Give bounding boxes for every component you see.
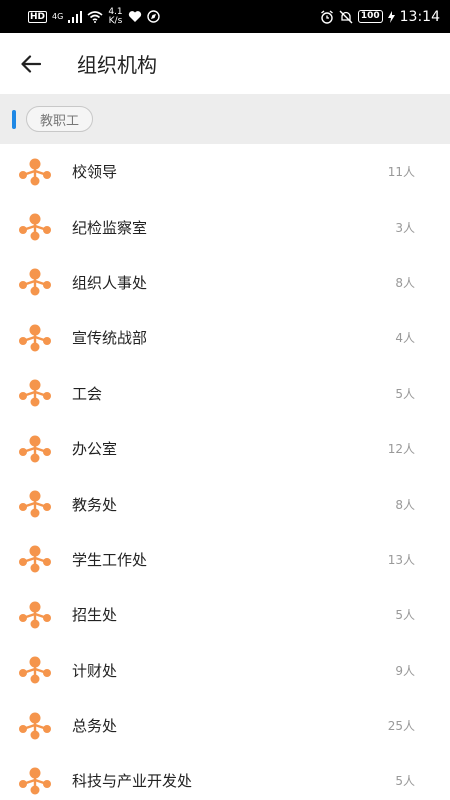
department-name: 招生处 bbox=[72, 606, 118, 625]
breadcrumb-accent bbox=[12, 109, 16, 129]
department-count: 9人 bbox=[395, 663, 415, 678]
department-count: 25人 bbox=[387, 719, 415, 734]
department-item[interactable]: 学生工作处 13人 bbox=[0, 532, 450, 587]
department-count: 8人 bbox=[395, 497, 415, 512]
department-name: 总务处 bbox=[72, 717, 118, 736]
department-name: 学生工作处 bbox=[72, 550, 148, 569]
department-count: 4人 bbox=[395, 331, 415, 346]
network-speed: 4.1 K/s bbox=[108, 7, 123, 26]
department-count: 13人 bbox=[387, 552, 415, 567]
alarm-icon bbox=[320, 9, 333, 24]
department-item[interactable]: 宣传统战部 4人 bbox=[0, 310, 450, 365]
department-name: 科技与产业开发处 bbox=[72, 772, 193, 791]
department-item[interactable]: 教务处 8人 bbox=[0, 476, 450, 531]
battery-level: 100 bbox=[357, 10, 383, 23]
department-item[interactable]: 办公室 12人 bbox=[0, 421, 450, 476]
status-left: HD 4G 4.1 K/s bbox=[28, 7, 160, 26]
department-item[interactable]: 组织人事处 8人 bbox=[0, 255, 450, 310]
org-tree-icon bbox=[19, 379, 51, 407]
breadcrumb: 教职工 bbox=[0, 94, 450, 144]
heart-icon bbox=[128, 11, 141, 22]
org-tree-icon bbox=[19, 656, 51, 684]
mute-bell-icon bbox=[339, 10, 353, 23]
department-item[interactable]: 校领导 11人 bbox=[0, 144, 450, 199]
department-count: 5人 bbox=[395, 774, 415, 789]
org-tree-icon bbox=[19, 158, 51, 186]
department-name: 宣传统战部 bbox=[72, 329, 148, 348]
org-tree-icon bbox=[19, 767, 51, 795]
org-tree-icon bbox=[19, 268, 51, 296]
status-right: 100 13:14 bbox=[320, 9, 440, 25]
arrow-left-icon bbox=[21, 54, 41, 73]
department-count: 5人 bbox=[395, 386, 415, 401]
department-count: 12人 bbox=[387, 442, 415, 457]
signal-icon bbox=[68, 10, 83, 23]
department-name: 计财处 bbox=[72, 661, 118, 680]
browser-icon bbox=[146, 10, 160, 23]
org-tree-icon bbox=[19, 490, 51, 518]
department-count: 8人 bbox=[395, 275, 415, 290]
org-tree-icon bbox=[19, 213, 51, 241]
page-title: 组织机构 bbox=[77, 53, 157, 77]
department-count: 3人 bbox=[395, 220, 415, 235]
back-button[interactable] bbox=[0, 33, 62, 94]
department-name: 纪检监察室 bbox=[72, 218, 148, 237]
department-list: 校领导 11人 纪检监察室 3人 组织人事处 8人 宣传统战部 4人 工会 5人… bbox=[0, 144, 450, 800]
org-tree-icon bbox=[19, 324, 51, 352]
org-tree-icon bbox=[19, 545, 51, 573]
status-bar: HD 4G 4.1 K/s 100 13:14 bbox=[0, 0, 450, 33]
network-type: 4G bbox=[52, 11, 64, 21]
department-item[interactable]: 总务处 25人 bbox=[0, 698, 450, 753]
department-count: 11人 bbox=[387, 165, 415, 180]
department-count: 5人 bbox=[395, 608, 415, 623]
wifi-icon bbox=[87, 10, 103, 23]
speed-unit: K/s bbox=[108, 15, 123, 26]
department-item[interactable]: 计财处 9人 bbox=[0, 643, 450, 698]
department-item[interactable]: 科技与产业开发处 5人 bbox=[0, 753, 450, 800]
department-name: 办公室 bbox=[72, 440, 118, 459]
department-name: 教务处 bbox=[72, 495, 118, 514]
org-tree-icon bbox=[19, 601, 51, 629]
hd-indicator: HD bbox=[28, 10, 48, 23]
department-item[interactable]: 工会 5人 bbox=[0, 366, 450, 421]
charging-icon bbox=[387, 10, 395, 23]
department-item[interactable]: 纪检监察室 3人 bbox=[0, 199, 450, 254]
app-bar: 组织机构 bbox=[0, 33, 450, 94]
clock: 13:14 bbox=[399, 8, 440, 25]
department-name: 校领导 bbox=[72, 163, 118, 182]
breadcrumb-chip[interactable]: 教职工 bbox=[26, 106, 94, 132]
org-tree-icon bbox=[19, 712, 51, 740]
department-name: 工会 bbox=[72, 384, 103, 403]
org-tree-icon bbox=[19, 435, 51, 463]
department-item[interactable]: 招生处 5人 bbox=[0, 587, 450, 642]
department-name: 组织人事处 bbox=[72, 273, 148, 292]
